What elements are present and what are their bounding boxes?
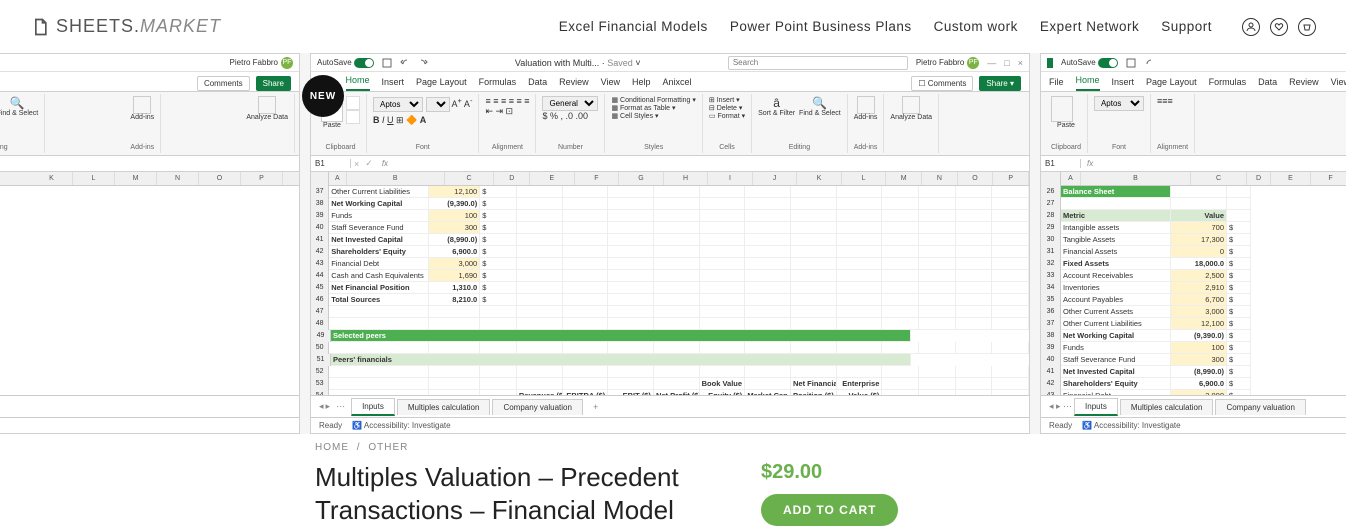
sheet-tab-inputs[interactable]: Inputs: [351, 398, 395, 416]
excel-titlebar: AutoSave Valuation with Multi... · Saved…: [311, 54, 1029, 72]
cart-icon[interactable]: [1298, 18, 1316, 36]
ribbon-tab-page-layout[interactable]: Page Layout: [416, 73, 467, 91]
excel-app-icon: [1047, 58, 1053, 68]
account-icon[interactable]: [1242, 18, 1260, 36]
product-price: $29.00: [761, 461, 1031, 484]
wishlist-icon[interactable]: [1270, 18, 1288, 36]
minimize-icon[interactable]: —: [987, 58, 996, 68]
nav-support[interactable]: Support: [1161, 19, 1212, 34]
main-nav: Excel Financial Models Power Point Busin…: [559, 18, 1316, 36]
logo[interactable]: SHEETS.MARKET: [30, 16, 221, 37]
fx-cancel-icon[interactable]: ×: [351, 159, 362, 169]
site-header: SHEETS.MARKET Excel Financial Models Pow…: [0, 0, 1346, 53]
accessibility-icon[interactable]: ♿ Accessibility: Investigate: [352, 421, 450, 430]
share-button[interactable]: Share ▾: [979, 76, 1021, 91]
ribbon-tab-home[interactable]: Home: [346, 71, 370, 91]
ribbon-tab-data[interactable]: Data: [528, 73, 547, 91]
document-title: Valuation with Multi... · Saved ˅: [436, 58, 720, 68]
autosave-toggle[interactable]: [354, 58, 374, 68]
breadcrumb-home[interactable]: HOME: [315, 442, 349, 453]
ribbon: PasteClipboardAptos 10 A+ A-B I U ⊞ 🔶 AF…: [311, 92, 1029, 156]
name-box[interactable]: B1: [311, 159, 351, 168]
sheet-tab-valuation[interactable]: Company valuation: [492, 399, 582, 415]
new-badge: NEW: [302, 75, 344, 117]
ribbon-tabs: FileHomeInsertPage LayoutFormulasDataRev…: [311, 72, 1029, 92]
close-icon[interactable]: ×: [1018, 58, 1023, 68]
product-section: HOME / OTHER Multiples Valuation – Prece…: [0, 434, 1346, 526]
sheet-nav-prev-icon[interactable]: ◂: [319, 401, 324, 412]
gallery-slide-current: AutoSave Valuation with Multi... · Saved…: [310, 53, 1030, 434]
status-bar: Ready ♿ Accessibility: Investigate: [311, 417, 1029, 433]
nav-financial-models[interactable]: Excel Financial Models: [559, 19, 708, 34]
sheet-tab-multiples[interactable]: Multiples calculation: [397, 399, 491, 415]
breadcrumb: HOME / OTHER: [315, 442, 1031, 453]
redo-icon[interactable]: [418, 58, 428, 68]
comments-button[interactable]: Comments: [197, 76, 250, 91]
nav-business-plans[interactable]: Power Point Business Plans: [730, 19, 912, 34]
ribbon-tab-insert[interactable]: Insert: [382, 73, 405, 91]
ribbon-tab-formulas[interactable]: Formulas: [479, 73, 517, 91]
save-icon[interactable]: [382, 58, 392, 68]
ribbon-tab-anixcel[interactable]: Anixcel: [663, 73, 692, 91]
nav-expert-network[interactable]: Expert Network: [1040, 19, 1139, 34]
fx-icon[interactable]: fx: [376, 159, 394, 168]
add-sheet-icon[interactable]: +: [585, 402, 606, 412]
product-title: Multiples Valuation – Precedent Transact…: [315, 461, 701, 526]
sheet-tabs: ◂ ▸ ⋯ Inputs Multiples calculation Compa…: [311, 395, 1029, 417]
formula-bar: B1 × ✓ fx: [311, 156, 1029, 172]
grid[interactable]: ABCDEFGHIJKLMNOP 37Other Current Liabili…: [311, 172, 1029, 395]
user-chip[interactable]: Pietro FabbroPF: [916, 57, 979, 69]
undo-icon[interactable]: [400, 58, 410, 68]
document-icon: [30, 17, 50, 37]
nav-custom-work[interactable]: Custom work: [934, 19, 1018, 34]
ribbon-tab-view[interactable]: View: [601, 73, 620, 91]
logo-text: SHEETS.MARKET: [56, 16, 221, 37]
share-button[interactable]: Share: [256, 76, 291, 91]
ribbon-tab-review[interactable]: Review: [559, 73, 589, 91]
sheet-nav-next-icon[interactable]: ▸: [326, 401, 331, 412]
gallery-slide-next: AutoSave Valuation with Multi... · Saved…: [1040, 53, 1346, 434]
maximize-icon[interactable]: □: [1004, 58, 1009, 68]
breadcrumb-other[interactable]: OTHER: [368, 442, 408, 453]
fx-confirm-icon[interactable]: ✓: [362, 158, 376, 169]
gallery-slide-prev: Pietro FabbroPF CommentsShare ▦ al Forma…: [0, 53, 300, 434]
ribbon-tab-help[interactable]: Help: [632, 73, 651, 91]
comments-button[interactable]: ☐ Comments: [911, 76, 973, 91]
product-gallery: NEW ⤢ ♡ Pietro FabbroPF CommentsShare ▦ …: [0, 53, 1346, 434]
search-input[interactable]: [728, 56, 908, 70]
add-to-cart-button[interactable]: ADD TO CART: [761, 494, 898, 526]
